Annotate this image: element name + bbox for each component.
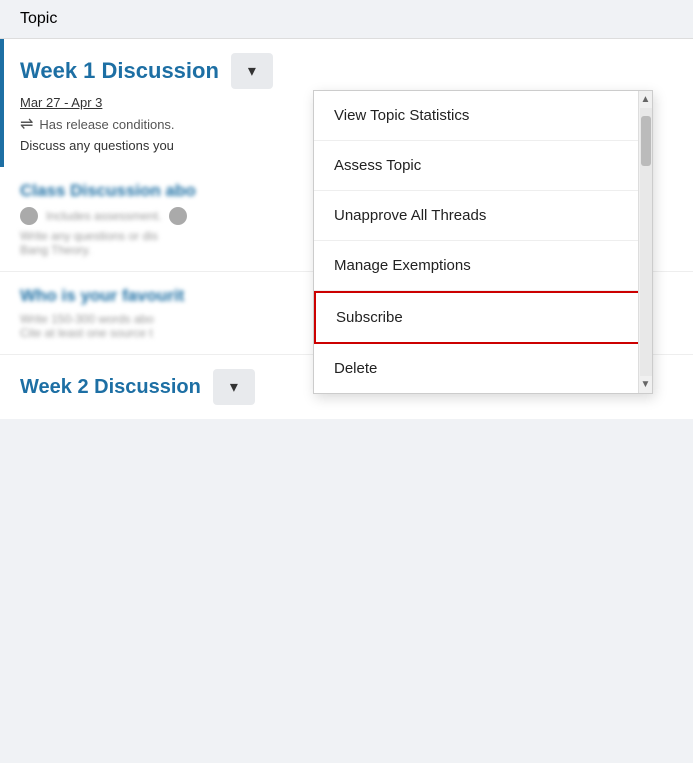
topic2-body: Write 150-300 words abo Cite at least on… xyxy=(20,312,330,340)
topic1-meta-text: Includes assessment. xyxy=(46,209,161,223)
dropdown-item-subscribe[interactable]: Subscribe xyxy=(314,291,652,344)
topic1-body: Write any questions or dis Bang Theory. xyxy=(20,229,330,257)
release-conditions-text: Has release conditions. xyxy=(39,117,174,132)
topic1-body-line1: Write any questions or dis xyxy=(20,229,330,243)
dropdown-item-manage-exemptions[interactable]: Manage Exemptions xyxy=(314,241,652,291)
assessment-icon xyxy=(169,207,187,225)
scroll-thumb xyxy=(641,116,651,166)
chevron-down-icon-week2: ▾ xyxy=(230,377,238,397)
topic2-body-line2: Cite at least one source t xyxy=(20,326,330,340)
header-label: Topic xyxy=(20,10,57,27)
scroll-up-arrow[interactable]: ▲ xyxy=(641,91,651,108)
dropdown-item-unapprove-all-threads[interactable]: Unapprove All Threads xyxy=(314,191,652,241)
user-icon xyxy=(20,207,38,225)
week2-title: Week 2 Discussion xyxy=(20,376,201,399)
page-header: Topic xyxy=(0,0,693,39)
week1-dropdown-button[interactable]: ▾ xyxy=(231,53,273,89)
topic2-body-line1: Write 150-300 words abo xyxy=(20,312,330,326)
topic1-title[interactable]: Class Discussion abo xyxy=(20,181,320,201)
dropdown-scrollbar[interactable]: ▲ ▼ xyxy=(638,91,652,393)
scroll-down-arrow[interactable]: ▼ xyxy=(641,376,651,393)
week1-header: Week 1 Discussion ▾ xyxy=(20,53,673,89)
scroll-track xyxy=(640,108,652,376)
dropdown-item-assess-topic[interactable]: Assess Topic xyxy=(314,141,652,191)
topic2-title[interactable]: Who is your favourit xyxy=(20,286,320,306)
week2-dropdown-button[interactable]: ▾ xyxy=(213,369,255,405)
topic1-body-line2: Bang Theory. xyxy=(20,243,330,257)
dropdown-menu: ▲ ▼ View Topic StatisticsAssess TopicUna… xyxy=(313,90,653,394)
page-container: Topic Week 1 Discussion ▾ Mar 27 - Apr 3… xyxy=(0,0,693,763)
release-conditions-icon: ⇌ xyxy=(20,114,33,134)
chevron-down-icon: ▾ xyxy=(248,61,256,81)
dropdown-item-view-topic-statistics[interactable]: View Topic Statistics xyxy=(314,91,652,141)
dropdown-item-delete[interactable]: Delete xyxy=(314,344,652,393)
week1-title: Week 1 Discussion xyxy=(20,58,219,84)
dropdown-items-container: View Topic StatisticsAssess TopicUnappro… xyxy=(314,91,652,393)
